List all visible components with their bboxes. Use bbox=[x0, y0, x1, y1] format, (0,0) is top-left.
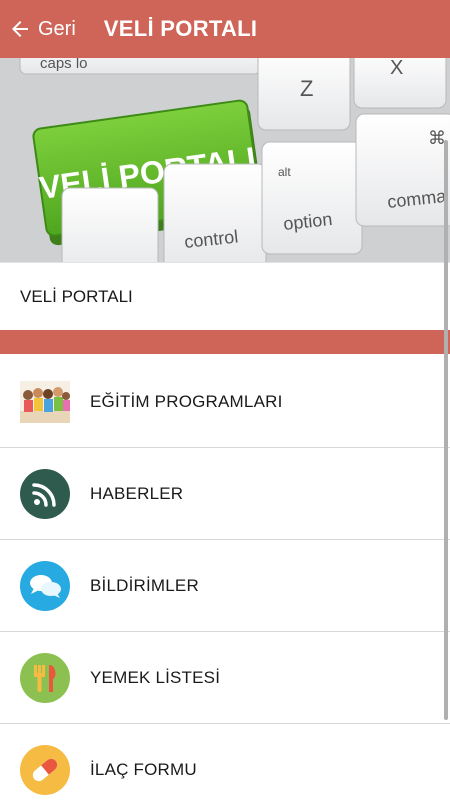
pill-icon bbox=[20, 744, 70, 795]
chat-bubbles-icon bbox=[20, 560, 70, 611]
hero-image: caps lo Z X VELİ PORTALI control alt opt… bbox=[0, 58, 450, 262]
scrollbar[interactable] bbox=[444, 140, 448, 720]
menu-item-haberler[interactable]: HABERLER bbox=[0, 448, 450, 540]
app-toolbar: Geri VELİ PORTALI bbox=[0, 0, 450, 58]
menu-item-egitim-programlari[interactable]: EĞİTİM PROGRAMLARI bbox=[0, 356, 450, 448]
menu-item-label: BİLDİRİMLER bbox=[90, 575, 199, 595]
back-button[interactable]: Geri bbox=[0, 0, 76, 58]
menu-list: EĞİTİM PROGRAMLARI HABERLER BİLDİRİMLER bbox=[0, 356, 450, 800]
menu-item-label: EĞİTİM PROGRAMLARI bbox=[90, 391, 283, 411]
hero-key-caps: caps lo bbox=[40, 58, 88, 72]
kids-photo-icon bbox=[20, 380, 70, 423]
back-label: Geri bbox=[38, 17, 76, 40]
fork-knife-icon bbox=[20, 652, 70, 703]
rss-icon bbox=[20, 468, 70, 519]
menu-item-label: YEMEK LİSTESİ bbox=[90, 667, 221, 687]
menu-item-label: İLAÇ FORMU bbox=[90, 759, 197, 779]
page-title: VELİ PORTALI bbox=[103, 16, 258, 41]
menu-item-yemek-listesi[interactable]: YEMEK LİSTESİ bbox=[0, 632, 450, 724]
menu-item-ilac-formu[interactable]: İLAÇ FORMU bbox=[0, 724, 450, 800]
section-title: VELİ PORTALI bbox=[0, 262, 450, 330]
hero-key-z: Z bbox=[300, 76, 313, 101]
menu-item-bildirimler[interactable]: BİLDİRİMLER bbox=[0, 540, 450, 632]
hero-key-alt: alt bbox=[278, 165, 291, 179]
accent-divider bbox=[0, 330, 450, 354]
hero-key-x: X bbox=[390, 58, 403, 79]
arrow-left-icon bbox=[12, 21, 28, 37]
menu-item-label: HABERLER bbox=[90, 483, 184, 503]
